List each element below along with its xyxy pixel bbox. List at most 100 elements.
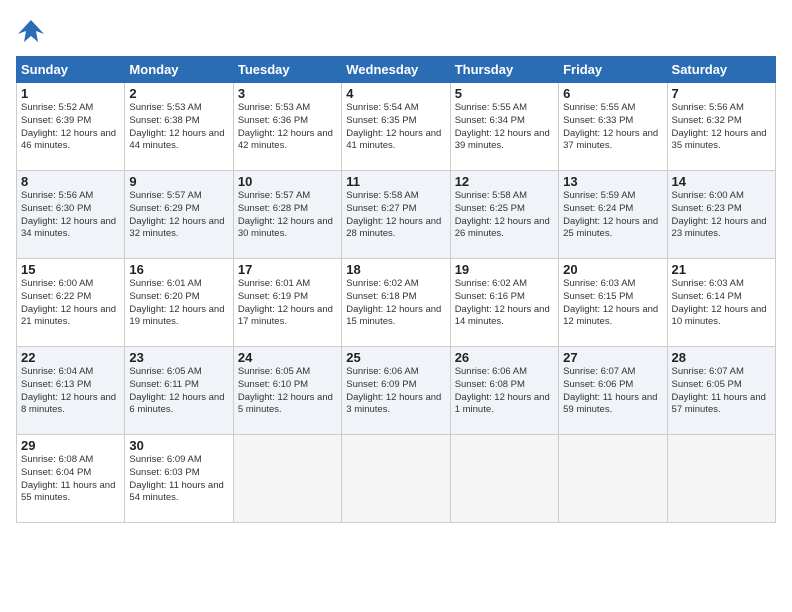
- day-info: Sunrise: 6:00 AM Sunset: 6:22 PM Dayligh…: [21, 278, 120, 329]
- day-info: Sunrise: 6:08 AM Sunset: 6:04 PM Dayligh…: [21, 454, 120, 505]
- day-number: 2: [129, 86, 228, 101]
- calendar-cell: 13 Sunrise: 5:59 AM Sunset: 6:24 PM Dayl…: [559, 171, 667, 259]
- day-info: Sunrise: 6:04 AM Sunset: 6:13 PM Dayligh…: [21, 366, 120, 417]
- calendar-cell: 12 Sunrise: 5:58 AM Sunset: 6:25 PM Dayl…: [450, 171, 558, 259]
- calendar-cell: 22 Sunrise: 6:04 AM Sunset: 6:13 PM Dayl…: [17, 347, 125, 435]
- calendar-week-row: 22 Sunrise: 6:04 AM Sunset: 6:13 PM Dayl…: [17, 347, 776, 435]
- calendar-cell: 23 Sunrise: 6:05 AM Sunset: 6:11 PM Dayl…: [125, 347, 233, 435]
- day-info: Sunrise: 6:07 AM Sunset: 6:06 PM Dayligh…: [563, 366, 662, 417]
- logo-icon: [16, 16, 46, 46]
- day-number: 20: [563, 262, 662, 277]
- day-info: Sunrise: 6:06 AM Sunset: 6:08 PM Dayligh…: [455, 366, 554, 417]
- calendar-cell: 14 Sunrise: 6:00 AM Sunset: 6:23 PM Dayl…: [667, 171, 775, 259]
- day-number: 25: [346, 350, 445, 365]
- day-info: Sunrise: 6:05 AM Sunset: 6:11 PM Dayligh…: [129, 366, 228, 417]
- day-number: 4: [346, 86, 445, 101]
- day-number: 21: [672, 262, 771, 277]
- calendar-header-row: SundayMondayTuesdayWednesdayThursdayFrid…: [17, 57, 776, 83]
- day-number: 19: [455, 262, 554, 277]
- calendar-cell: 6 Sunrise: 5:55 AM Sunset: 6:33 PM Dayli…: [559, 83, 667, 171]
- calendar-cell: 20 Sunrise: 6:03 AM Sunset: 6:15 PM Dayl…: [559, 259, 667, 347]
- calendar-cell: 2 Sunrise: 5:53 AM Sunset: 6:38 PM Dayli…: [125, 83, 233, 171]
- calendar-week-row: 15 Sunrise: 6:00 AM Sunset: 6:22 PM Dayl…: [17, 259, 776, 347]
- day-info: Sunrise: 5:56 AM Sunset: 6:32 PM Dayligh…: [672, 102, 771, 153]
- calendar-cell: 8 Sunrise: 5:56 AM Sunset: 6:30 PM Dayli…: [17, 171, 125, 259]
- day-number: 7: [672, 86, 771, 101]
- day-info: Sunrise: 6:05 AM Sunset: 6:10 PM Dayligh…: [238, 366, 337, 417]
- calendar-cell: 21 Sunrise: 6:03 AM Sunset: 6:14 PM Dayl…: [667, 259, 775, 347]
- calendar-cell: 10 Sunrise: 5:57 AM Sunset: 6:28 PM Dayl…: [233, 171, 341, 259]
- day-info: Sunrise: 6:03 AM Sunset: 6:14 PM Dayligh…: [672, 278, 771, 329]
- weekday-header: Wednesday: [342, 57, 450, 83]
- day-info: Sunrise: 5:53 AM Sunset: 6:38 PM Dayligh…: [129, 102, 228, 153]
- calendar-cell: 3 Sunrise: 5:53 AM Sunset: 6:36 PM Dayli…: [233, 83, 341, 171]
- day-info: Sunrise: 5:53 AM Sunset: 6:36 PM Dayligh…: [238, 102, 337, 153]
- page-header: [16, 16, 776, 46]
- day-number: 1: [21, 86, 120, 101]
- day-info: Sunrise: 6:07 AM Sunset: 6:05 PM Dayligh…: [672, 366, 771, 417]
- logo: [16, 16, 50, 46]
- weekday-header: Sunday: [17, 57, 125, 83]
- calendar-cell: 11 Sunrise: 5:58 AM Sunset: 6:27 PM Dayl…: [342, 171, 450, 259]
- day-info: Sunrise: 5:58 AM Sunset: 6:25 PM Dayligh…: [455, 190, 554, 241]
- day-number: 26: [455, 350, 554, 365]
- day-number: 13: [563, 174, 662, 189]
- day-number: 29: [21, 438, 120, 453]
- day-number: 22: [21, 350, 120, 365]
- day-info: Sunrise: 5:55 AM Sunset: 6:33 PM Dayligh…: [563, 102, 662, 153]
- calendar-cell: 9 Sunrise: 5:57 AM Sunset: 6:29 PM Dayli…: [125, 171, 233, 259]
- weekday-header: Friday: [559, 57, 667, 83]
- calendar-cell: 28 Sunrise: 6:07 AM Sunset: 6:05 PM Dayl…: [667, 347, 775, 435]
- calendar-cell: [233, 435, 341, 523]
- weekday-header: Tuesday: [233, 57, 341, 83]
- day-info: Sunrise: 5:57 AM Sunset: 6:28 PM Dayligh…: [238, 190, 337, 241]
- calendar-cell: 30 Sunrise: 6:09 AM Sunset: 6:03 PM Dayl…: [125, 435, 233, 523]
- calendar-table: SundayMondayTuesdayWednesdayThursdayFrid…: [16, 56, 776, 523]
- calendar-cell: 27 Sunrise: 6:07 AM Sunset: 6:06 PM Dayl…: [559, 347, 667, 435]
- calendar-cell: 7 Sunrise: 5:56 AM Sunset: 6:32 PM Dayli…: [667, 83, 775, 171]
- calendar-cell: 1 Sunrise: 5:52 AM Sunset: 6:39 PM Dayli…: [17, 83, 125, 171]
- calendar-cell: 29 Sunrise: 6:08 AM Sunset: 6:04 PM Dayl…: [17, 435, 125, 523]
- day-number: 8: [21, 174, 120, 189]
- calendar-cell: 18 Sunrise: 6:02 AM Sunset: 6:18 PM Dayl…: [342, 259, 450, 347]
- calendar-cell: 24 Sunrise: 6:05 AM Sunset: 6:10 PM Dayl…: [233, 347, 341, 435]
- weekday-header: Monday: [125, 57, 233, 83]
- day-number: 11: [346, 174, 445, 189]
- day-info: Sunrise: 5:57 AM Sunset: 6:29 PM Dayligh…: [129, 190, 228, 241]
- calendar-cell: 16 Sunrise: 6:01 AM Sunset: 6:20 PM Dayl…: [125, 259, 233, 347]
- day-number: 15: [21, 262, 120, 277]
- day-number: 18: [346, 262, 445, 277]
- day-number: 17: [238, 262, 337, 277]
- day-number: 12: [455, 174, 554, 189]
- day-number: 5: [455, 86, 554, 101]
- calendar-cell: 17 Sunrise: 6:01 AM Sunset: 6:19 PM Dayl…: [233, 259, 341, 347]
- day-info: Sunrise: 6:09 AM Sunset: 6:03 PM Dayligh…: [129, 454, 228, 505]
- calendar-week-row: 8 Sunrise: 5:56 AM Sunset: 6:30 PM Dayli…: [17, 171, 776, 259]
- calendar-week-row: 1 Sunrise: 5:52 AM Sunset: 6:39 PM Dayli…: [17, 83, 776, 171]
- day-info: Sunrise: 5:52 AM Sunset: 6:39 PM Dayligh…: [21, 102, 120, 153]
- calendar-cell: [667, 435, 775, 523]
- calendar-cell: 4 Sunrise: 5:54 AM Sunset: 6:35 PM Dayli…: [342, 83, 450, 171]
- day-number: 16: [129, 262, 228, 277]
- day-info: Sunrise: 6:01 AM Sunset: 6:20 PM Dayligh…: [129, 278, 228, 329]
- calendar-cell: 19 Sunrise: 6:02 AM Sunset: 6:16 PM Dayl…: [450, 259, 558, 347]
- calendar-cell: [342, 435, 450, 523]
- calendar-week-row: 29 Sunrise: 6:08 AM Sunset: 6:04 PM Dayl…: [17, 435, 776, 523]
- day-info: Sunrise: 5:54 AM Sunset: 6:35 PM Dayligh…: [346, 102, 445, 153]
- day-info: Sunrise: 5:55 AM Sunset: 6:34 PM Dayligh…: [455, 102, 554, 153]
- day-number: 10: [238, 174, 337, 189]
- day-number: 24: [238, 350, 337, 365]
- day-info: Sunrise: 5:56 AM Sunset: 6:30 PM Dayligh…: [21, 190, 120, 241]
- calendar-cell: 25 Sunrise: 6:06 AM Sunset: 6:09 PM Dayl…: [342, 347, 450, 435]
- day-number: 14: [672, 174, 771, 189]
- day-info: Sunrise: 6:01 AM Sunset: 6:19 PM Dayligh…: [238, 278, 337, 329]
- weekday-header: Saturday: [667, 57, 775, 83]
- calendar-cell: [450, 435, 558, 523]
- day-number: 23: [129, 350, 228, 365]
- day-number: 6: [563, 86, 662, 101]
- day-number: 30: [129, 438, 228, 453]
- day-info: Sunrise: 6:02 AM Sunset: 6:18 PM Dayligh…: [346, 278, 445, 329]
- day-info: Sunrise: 5:59 AM Sunset: 6:24 PM Dayligh…: [563, 190, 662, 241]
- calendar-cell: 26 Sunrise: 6:06 AM Sunset: 6:08 PM Dayl…: [450, 347, 558, 435]
- calendar-cell: 15 Sunrise: 6:00 AM Sunset: 6:22 PM Dayl…: [17, 259, 125, 347]
